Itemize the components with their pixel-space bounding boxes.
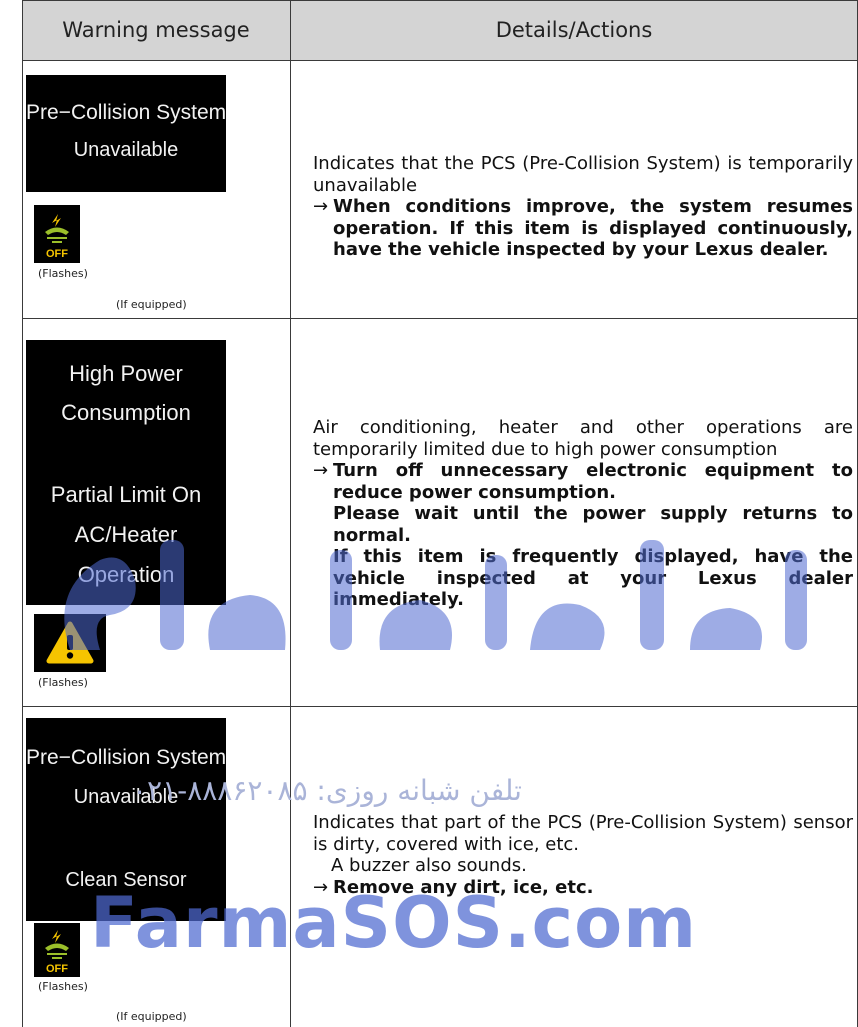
pcs-off-icon: OFF <box>34 923 80 977</box>
screen-line: Unavailable <box>73 139 179 161</box>
header-details-actions: Details/Actions <box>495 18 653 42</box>
action-item: → Turn off unnecessary electronic equipm… <box>313 460 853 503</box>
screen-line: High Power <box>69 361 183 386</box>
display-screen-pcs-unavailable: Pre−Collision System Unavailable <box>26 75 226 192</box>
persian-logo-watermark <box>64 540 807 650</box>
brand-watermark: FarmaSOS.com <box>90 882 698 964</box>
if-equipped-caption: (If equipped) <box>116 1010 187 1023</box>
arrow-icon: → <box>313 196 329 217</box>
description-text: Indicates that the PCS (Pre-Collision Sy… <box>313 153 853 196</box>
screen-line: Pre−Collision System <box>26 101 227 124</box>
pcs-off-icon: OFF <box>34 205 80 263</box>
flashes-caption: (Flashes) <box>38 980 88 993</box>
svg-text:OFF: OFF <box>46 963 68 975</box>
svg-text:OFF: OFF <box>46 248 68 260</box>
grid-line <box>22 60 858 61</box>
table-header: Warning message Details/Actions <box>22 0 858 60</box>
action-item: → When conditions improve, the system re… <box>313 196 853 261</box>
screen-line: Consumption <box>61 400 191 425</box>
flashes-caption: (Flashes) <box>38 267 88 280</box>
description-text: Air conditioning, heater and other opera… <box>313 417 853 460</box>
screen-line: Pre−Collision System <box>26 746 227 769</box>
action-text: Turn off unnecessary electronic equipmen… <box>333 460 853 503</box>
grid-line <box>22 0 858 1</box>
arrow-icon: → <box>313 460 329 481</box>
grid-line <box>22 706 858 707</box>
phone-watermark: ۰۲۱-۸۸۸۶۲۰۸۵ :تلفن شبانه روزی <box>132 774 522 807</box>
if-equipped-caption: (If equipped) <box>116 298 187 311</box>
header-warning-message: Warning message <box>62 18 250 42</box>
note-text: A buzzer also sounds. <box>331 855 527 876</box>
description-text: Indicates that part of the PCS (Pre-Coll… <box>313 812 853 855</box>
grid-line <box>22 0 23 1027</box>
action-text: When conditions improve, the system resu… <box>333 196 853 260</box>
details-row-1: Indicates that the PCS (Pre-Collision Sy… <box>313 153 853 261</box>
grid-line <box>22 318 858 319</box>
